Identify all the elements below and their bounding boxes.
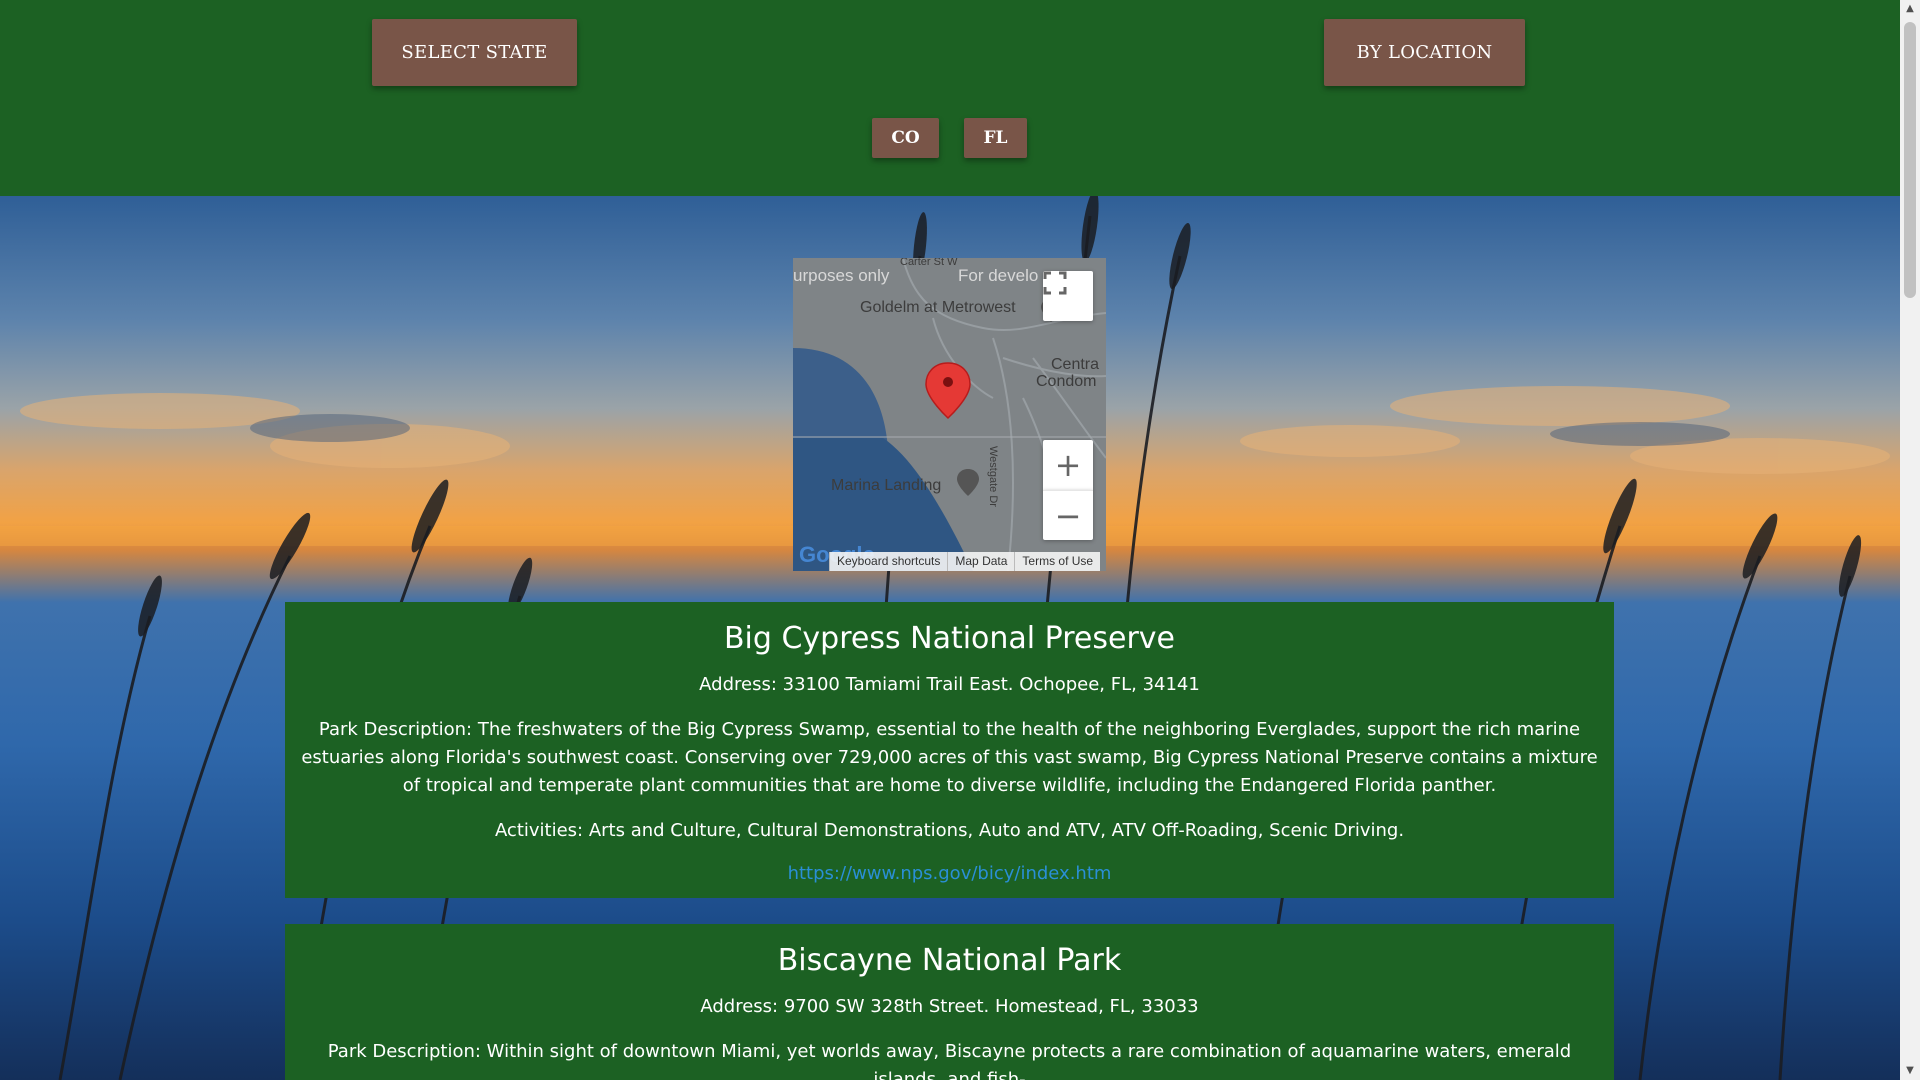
park-card: Big Cypress National Preserve Address: 3… [285,602,1614,898]
map-label-central: Centra [1051,356,1100,373]
zoom-in-button[interactable]: + [1043,440,1093,490]
map-data-link[interactable]: Map Data [947,552,1015,571]
fullscreen-icon [1043,271,1067,295]
map-watermark-right: For develo [958,266,1039,285]
state-button-co[interactable]: CO [872,118,939,158]
minus-icon: − [1054,496,1082,535]
terms-of-use-link[interactable]: Terms of Use [1014,552,1101,571]
park-address: Address: 9700 SW 328th Street. Homestead… [700,996,1199,1017]
park-card: Biscayne National Park Address: 9700 SW … [285,924,1614,1080]
map-label-carter-st: Carter St W [900,258,958,268]
map-label-westgate-dr: Westgate Dr [987,446,999,507]
scrollbar-thumb[interactable] [1904,22,1916,298]
page-scrollbar[interactable]: ▲ ▼ [1900,0,1920,1080]
select-state-button[interactable]: SELECT STATE [372,19,577,86]
map-label-marina-landing: Marina Landing [831,477,942,494]
keyboard-shortcuts-link[interactable]: Keyboard shortcuts [829,552,948,571]
plus-icon: + [1054,446,1082,484]
zoom-out-button[interactable]: − [1043,490,1093,540]
park-name: Biscayne National Park [777,943,1122,978]
park-description: Park Description: The freshwaters of the… [301,719,1598,797]
park-activities: Activities: Arts and Culture, Cultural D… [494,820,1405,842]
top-nav-bar: SELECT STATE BY LOCATION CO FL [0,0,1900,196]
park-website-link[interactable]: https://www.nps.gov/bicy/index.htm [285,863,1614,884]
park-address: Address: 33100 Tamiami Trail East. Ochop… [699,674,1200,695]
state-button-fl[interactable]: FL [964,118,1027,158]
map-label-condom: Condom [1036,373,1097,390]
map-watermark-left: urposes only [793,266,890,285]
google-map[interactable]: urposes only For develo Carter St W Gold… [793,258,1106,571]
fullscreen-button[interactable] [1043,271,1093,321]
scroll-down-arrow-icon[interactable]: ▼ [1900,1062,1920,1080]
scroll-up-arrow-icon[interactable]: ▲ [1900,0,1920,18]
park-description: Park Description: Within sight of downto… [327,1041,1572,1080]
map-label-goldelm: Goldelm at Metrowest [860,299,1016,316]
by-location-button[interactable]: BY LOCATION [1324,19,1525,86]
park-name: Big Cypress National Preserve [723,621,1176,656]
map-footer: Keyboard shortcuts Map Data Terms of Use [829,552,1101,571]
